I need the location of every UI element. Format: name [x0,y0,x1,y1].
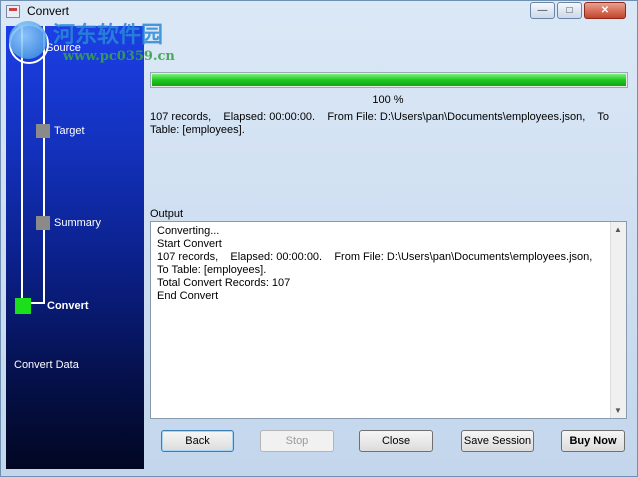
step-convert-marker [15,298,31,314]
close-window-button[interactable]: ✕ [584,2,626,19]
button-bar: Back Stop Close Save Session Buy Now [148,421,632,469]
output-label: Output [150,208,184,220]
progress-fill [152,74,626,86]
step-convert-label: Convert [47,300,89,312]
output-textbox[interactable]: Converting... Start Convert 107 records,… [150,221,627,419]
step-target-label: Target [54,125,85,137]
watermark-logo [9,21,47,59]
step-connector-line [43,26,45,304]
scroll-down-icon[interactable]: ▼ [614,406,622,415]
step-summary-label: Summary [54,217,102,229]
wizard-sidebar: Source Target Summary Convert Convert Da… [6,26,144,469]
app-icon [6,5,20,18]
main-panel: 100 % 107 records, Elapsed: 00:00:00. Fr… [148,26,632,469]
output-text: Converting... Start Convert 107 records,… [157,225,593,302]
back-button[interactable]: Back [161,430,234,452]
output-scrollbar[interactable]: ▲ ▼ [610,222,626,418]
status-text: 107 records, Elapsed: 00:00:00. From Fil… [150,111,612,136]
step-target-marker [36,124,50,138]
progress-percent: 100 % [372,94,404,106]
convert-window: Convert — □ ✕ Source Target Summary Conv… [0,0,638,477]
scroll-up-icon[interactable]: ▲ [614,225,622,234]
maximize-button[interactable]: □ [557,2,582,19]
watermark-text: 河东软件园 [53,22,164,48]
save-session-button[interactable]: Save Session [461,430,534,452]
buy-now-button[interactable]: Buy Now [561,430,625,452]
close-button[interactable]: Close [359,430,433,452]
step-connector-line [21,26,23,304]
step-summary-marker [36,216,50,230]
stop-button[interactable]: Stop [260,430,334,452]
window-title: Convert [27,4,70,18]
progress-bar [150,72,628,88]
sidebar-footer-label: Convert Data [14,359,79,371]
minimize-button[interactable]: — [530,2,555,19]
